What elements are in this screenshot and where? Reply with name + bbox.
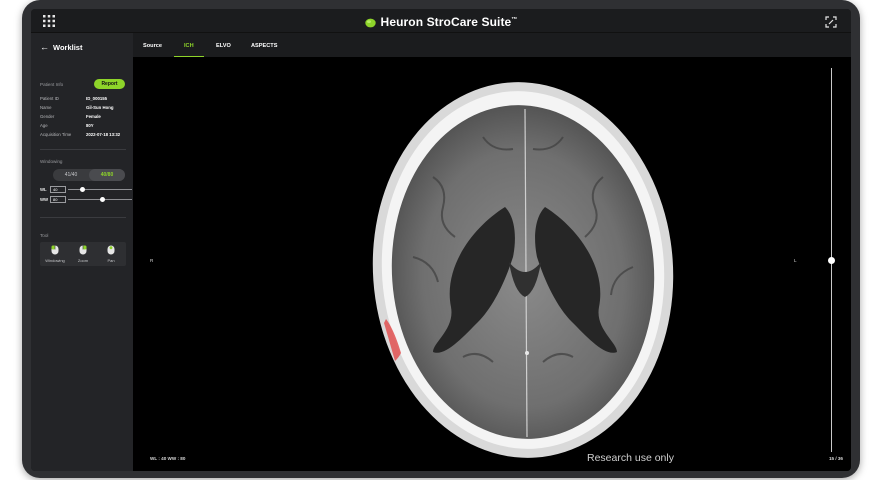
patient-name-value: Gil-Sun Hong xyxy=(86,105,114,110)
tab-ich[interactable]: ICH xyxy=(184,43,194,49)
acquisition-time-value: 2022-07-18 13:32 xyxy=(86,132,121,137)
trademark-symbol: ™ xyxy=(511,17,518,23)
patient-gender-label: Gender xyxy=(40,114,55,119)
patient-id-value: ID_000155 xyxy=(86,96,108,101)
tab-source[interactable]: Source xyxy=(143,43,162,49)
patient-age-label: Age xyxy=(40,123,48,128)
heuron-logo-icon xyxy=(364,15,376,33)
patient-id-row: Patient ID ID_000155 xyxy=(40,96,130,104)
orientation-right-marker: R xyxy=(150,258,154,263)
mouse-icon xyxy=(107,245,115,255)
ww-label: WW xyxy=(40,197,49,202)
tool-pan-label: Pan xyxy=(107,258,115,263)
patient-age-row: Age 80Y xyxy=(40,123,130,131)
sidebar: ← Worklist Patient Info Report Patient ID… xyxy=(31,33,133,471)
ww-slider-row: WW 80 xyxy=(40,196,132,204)
tool-windowing[interactable]: Windowing xyxy=(41,242,69,266)
slice-counter: 15 / 36 xyxy=(828,456,843,461)
ct-image-viewer[interactable]: R L WL : 40 WW : 80 Research use only 15… xyxy=(133,57,851,471)
wl-slider-track[interactable] xyxy=(68,189,132,190)
ww-input[interactable]: 80 xyxy=(50,196,66,203)
orientation-left-marker: L xyxy=(794,258,797,263)
windowing-preset-40-80[interactable]: 40/80 xyxy=(89,169,125,181)
wl-slider-row: WL 40 xyxy=(40,186,132,194)
top-bar: Heuron StroCare Suite™ xyxy=(31,9,851,33)
tool-zoom[interactable]: Zoom xyxy=(69,242,97,266)
acquisition-time-row: Acquisition Time 2022-07-18 13:32 xyxy=(40,132,130,140)
patient-name-row: Name Gil-Sun Hong xyxy=(40,105,130,113)
divider xyxy=(40,217,126,218)
back-to-worklist[interactable]: ← Worklist xyxy=(40,42,82,52)
slice-scroll-knob[interactable] xyxy=(828,256,835,264)
tab-aspects[interactable]: ASPECTS xyxy=(251,43,277,49)
acquisition-time-label: Acquisition Time xyxy=(40,132,72,137)
tool-label: Tool xyxy=(40,233,49,238)
patient-age-value: 80Y xyxy=(86,123,94,128)
research-use-watermark: Research use only xyxy=(587,452,674,464)
windowing-preset-41-40[interactable]: 41/40 xyxy=(53,169,89,181)
tool-pan[interactable]: Pan xyxy=(97,242,125,266)
app-title: Heuron StroCare Suite xyxy=(380,15,512,29)
ww-slider-knob[interactable] xyxy=(100,197,106,202)
tool-windowing-label: Windowing xyxy=(45,258,65,263)
tool-panel: Windowing Zoom Pan xyxy=(40,242,126,266)
wl-ww-readout: WL : 40 WW : 80 xyxy=(150,456,186,461)
windowing-label: Windowing xyxy=(40,159,63,164)
patient-name-label: Name xyxy=(40,105,52,110)
patient-id-label: Patient ID xyxy=(40,96,59,101)
wl-label: WL xyxy=(40,187,47,192)
arrow-left-icon: ← xyxy=(40,42,49,52)
tab-elvo[interactable]: ELVO xyxy=(216,43,231,49)
windowing-preset-toggle: 41/40 40/80 xyxy=(53,169,125,181)
report-button[interactable]: Report xyxy=(94,79,125,89)
patient-info-label: Patient Info xyxy=(40,82,64,87)
patient-gender-value: Female xyxy=(86,114,101,119)
expand-icon[interactable] xyxy=(825,15,837,28)
wl-input[interactable]: 40 xyxy=(50,186,66,193)
worklist-label: Worklist xyxy=(53,43,83,52)
tool-zoom-label: Zoom xyxy=(77,258,89,263)
mouse-icon xyxy=(79,245,87,255)
app-screen: Heuron StroCare Suite™ ← Worklist Patient… xyxy=(31,9,851,471)
patient-gender-row: Gender Female xyxy=(40,114,130,122)
divider xyxy=(40,149,126,150)
view-tabs: Source ICH ELVO ASPECTS xyxy=(133,33,851,57)
mouse-icon xyxy=(51,245,59,255)
ct-brain-scan xyxy=(372,82,674,458)
wl-slider-knob[interactable] xyxy=(80,187,86,192)
